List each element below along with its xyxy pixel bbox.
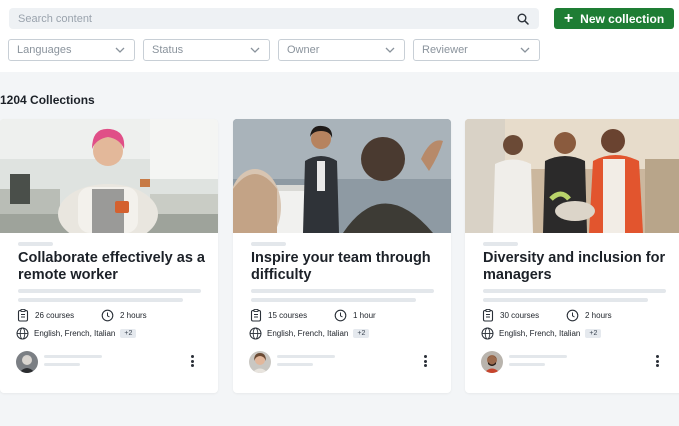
courses-label: 30 courses <box>500 311 540 320</box>
chevron-down-icon <box>385 45 395 55</box>
card-title[interactable]: Diversity and inclusion for managers <box>483 250 673 284</box>
card-image-presentation <box>233 119 451 233</box>
more-vertical-icon[interactable] <box>651 353 663 369</box>
filter-label: Languages <box>17 44 72 56</box>
description-placeholder <box>18 289 201 293</box>
search-bar[interactable] <box>9 8 539 29</box>
collections-count: 1204 Collections <box>0 93 95 107</box>
extra-languages-badge: +2 <box>120 329 137 338</box>
courses-count: 30 courses <box>481 309 539 322</box>
tag-placeholder <box>483 242 518 246</box>
avatar <box>16 351 38 373</box>
description-placeholder <box>483 298 648 302</box>
status-filter[interactable]: Status <box>143 39 270 61</box>
chevron-down-icon <box>115 45 125 55</box>
card-title[interactable]: Inspire your team through difficulty <box>251 250 441 284</box>
owner-filter[interactable]: Owner <box>278 39 405 61</box>
top-bar: + New collection Languages Status Owner … <box>0 0 679 72</box>
languages-filter[interactable]: Languages <box>8 39 135 61</box>
duration: 2 hours <box>566 309 612 322</box>
courses-count: 15 courses <box>249 309 307 322</box>
new-collection-button[interactable]: + New collection <box>554 8 674 29</box>
clock-icon <box>566 309 579 322</box>
collection-card[interactable]: Inspire your team through difficulty 15 … <box>233 119 451 393</box>
author-placeholder <box>509 355 567 358</box>
languages-label: English, French, Italian <box>499 329 581 338</box>
languages: English, French, Italian +2 <box>481 327 602 340</box>
new-collection-label: New collection <box>580 11 665 26</box>
clock-icon <box>334 309 347 322</box>
chevron-down-icon <box>250 45 260 55</box>
author-placeholder <box>44 363 80 366</box>
extra-languages-badge: +2 <box>353 329 370 338</box>
clock-icon <box>101 309 114 322</box>
languages: English, French, Italian +2 <box>249 327 370 340</box>
languages: English, French, Italian +2 <box>16 327 137 340</box>
author-placeholder <box>277 363 313 366</box>
more-vertical-icon[interactable] <box>186 353 198 369</box>
card-image-cooking <box>465 119 679 233</box>
avatar <box>481 351 503 373</box>
search-input[interactable] <box>18 12 516 25</box>
more-vertical-icon[interactable] <box>419 353 431 369</box>
courses-icon <box>16 309 29 322</box>
search-icon[interactable] <box>516 12 530 26</box>
languages-label: English, French, Italian <box>267 329 349 338</box>
courses-label: 26 courses <box>35 311 75 320</box>
tag-placeholder <box>251 242 286 246</box>
chevron-down-icon <box>520 45 530 55</box>
tag-placeholder <box>18 242 53 246</box>
duration-label: 1 hour <box>353 311 376 320</box>
languages-label: English, French, Italian <box>34 329 116 338</box>
reviewer-filter[interactable]: Reviewer <box>413 39 540 61</box>
description-placeholder <box>251 289 434 293</box>
courses-icon <box>249 309 262 322</box>
courses-count: 26 courses <box>16 309 74 322</box>
globe-icon <box>16 327 29 340</box>
collection-card[interactable]: Diversity and inclusion for managers 30 … <box>465 119 679 393</box>
courses-icon <box>481 309 494 322</box>
duration-label: 2 hours <box>585 311 612 320</box>
card-title[interactable]: Collaborate effectively as a remote work… <box>18 250 208 284</box>
collection-card[interactable]: Collaborate effectively as a remote work… <box>0 119 218 393</box>
avatar <box>249 351 271 373</box>
duration-label: 2 hours <box>120 311 147 320</box>
duration: 1 hour <box>334 309 376 322</box>
globe-icon <box>249 327 262 340</box>
filter-label: Owner <box>287 44 320 56</box>
author-placeholder <box>277 355 335 358</box>
description-placeholder <box>251 298 416 302</box>
description-placeholder <box>18 298 183 302</box>
extra-languages-badge: +2 <box>585 329 602 338</box>
author-placeholder <box>509 363 545 366</box>
description-placeholder <box>483 289 666 293</box>
plus-icon: + <box>563 9 574 27</box>
duration: 2 hours <box>101 309 147 322</box>
filter-label: Status <box>152 44 184 56</box>
author-placeholder <box>44 355 102 358</box>
globe-icon <box>481 327 494 340</box>
card-image-kitchen <box>0 119 218 233</box>
courses-label: 15 courses <box>268 311 308 320</box>
filter-label: Reviewer <box>422 44 468 56</box>
